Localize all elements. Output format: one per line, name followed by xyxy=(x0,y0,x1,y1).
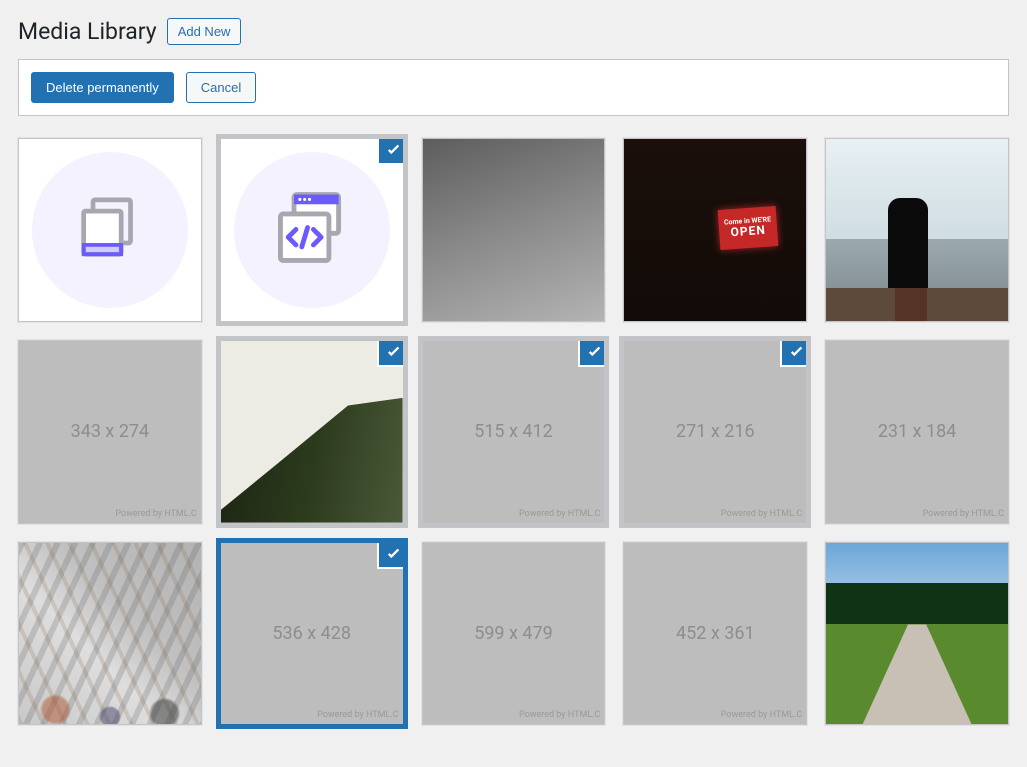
gradient-thumbnail xyxy=(423,139,605,321)
placeholder-dimensions: 271 x 216 xyxy=(676,421,755,442)
delete-permanently-button[interactable]: Delete permanently xyxy=(31,72,174,103)
placeholder-thumbnail: 271 x 216 Powered by HTML.C xyxy=(624,341,806,523)
placeholder-dimensions: 515 x 412 xyxy=(474,421,553,442)
media-tile[interactable] xyxy=(18,542,202,726)
media-tile[interactable]: 271 x 216 Powered by HTML.C xyxy=(623,340,807,524)
park-path-photo xyxy=(826,543,1008,725)
selected-check-icon[interactable] xyxy=(580,340,605,365)
media-tile[interactable]: 452 x 361 Powered by HTML.C xyxy=(623,542,807,726)
mall-crowd-photo xyxy=(19,543,201,725)
media-tile[interactable] xyxy=(825,138,1009,322)
selected-check-icon[interactable] xyxy=(379,542,404,567)
media-tile[interactable]: 515 x 412 Powered by HTML.C xyxy=(422,340,606,524)
add-new-button[interactable]: Add New xyxy=(167,18,242,45)
media-tile[interactable]: 536 x 428 Powered by HTML.C xyxy=(220,542,404,726)
placeholder-watermark: Powered by HTML.C xyxy=(721,509,802,519)
placeholder-watermark: Powered by HTML.C xyxy=(317,710,398,720)
hillside-photo xyxy=(221,341,403,523)
placeholder-dimensions: 231 x 184 xyxy=(878,421,957,442)
media-tile[interactable] xyxy=(422,138,606,322)
placeholder-watermark: Powered by HTML.C xyxy=(519,509,600,519)
placeholder-watermark: Powered by HTML.C xyxy=(115,509,196,519)
placeholder-watermark: Powered by HTML.C xyxy=(519,710,600,720)
open-sign: Come in WE'RE OPEN xyxy=(718,206,779,250)
media-tile[interactable] xyxy=(220,340,404,524)
placeholder-dimensions: 343 x 274 xyxy=(71,421,150,442)
placeholder-thumbnail: 343 x 274 Powered by HTML.C xyxy=(19,341,201,523)
media-grid: Come in WE'RE OPEN 343 x 274 Powered by … xyxy=(18,138,1009,725)
page-title: Media Library xyxy=(18,18,157,45)
placeholder-dimensions: 452 x 361 xyxy=(676,623,755,644)
placeholder-thumbnail: 536 x 428 Powered by HTML.C xyxy=(221,543,403,725)
placeholder-thumbnail: 452 x 361 Powered by HTML.C xyxy=(624,543,806,725)
bulk-action-bar: Delete permanently Cancel xyxy=(18,59,1009,116)
selected-check-icon[interactable] xyxy=(379,340,404,365)
placeholder-watermark: Powered by HTML.C xyxy=(923,509,1004,519)
media-tile[interactable]: 599 x 479 Powered by HTML.C xyxy=(422,542,606,726)
lake-silhouette-photo xyxy=(826,139,1008,321)
placeholder-thumbnail: 599 x 479 Powered by HTML.C xyxy=(423,543,605,725)
selected-check-icon[interactable] xyxy=(782,340,807,365)
placeholder-thumbnail: 231 x 184 Powered by HTML.C xyxy=(826,341,1008,523)
media-tile[interactable]: 231 x 184 Powered by HTML.C xyxy=(825,340,1009,524)
media-tile[interactable] xyxy=(825,542,1009,726)
media-tile[interactable]: 343 x 274 Powered by HTML.C xyxy=(18,340,202,524)
cancel-button[interactable]: Cancel xyxy=(186,72,256,103)
code-window-icon xyxy=(221,139,403,321)
media-tile[interactable]: Come in WE'RE OPEN xyxy=(623,138,807,322)
placeholder-dimensions: 599 x 479 xyxy=(474,623,553,644)
media-tile[interactable] xyxy=(18,138,202,322)
placeholder-thumbnail: 515 x 412 Powered by HTML.C xyxy=(423,341,605,523)
media-tile[interactable] xyxy=(220,138,404,322)
document-stack-icon xyxy=(19,139,201,321)
placeholder-dimensions: 536 x 428 xyxy=(272,623,351,644)
selected-check-icon[interactable] xyxy=(379,138,404,163)
page-heading-row: Media Library Add New xyxy=(18,18,1009,45)
storefront-photo: Come in WE'RE OPEN xyxy=(624,139,806,321)
placeholder-watermark: Powered by HTML.C xyxy=(721,710,802,720)
